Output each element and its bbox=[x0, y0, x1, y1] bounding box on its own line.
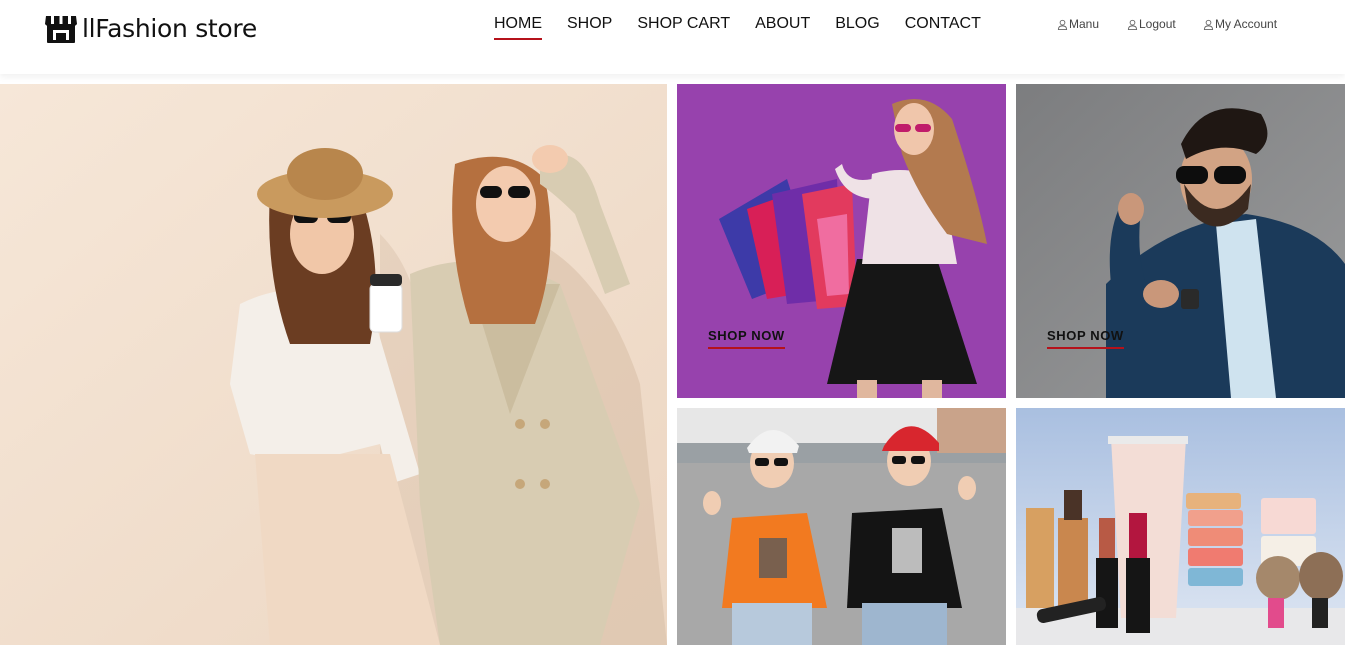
nav-shop[interactable]: SHOP bbox=[567, 15, 612, 38]
men-shop-now-link[interactable]: SHOP NOW bbox=[1047, 328, 1124, 349]
account-link-label: My Account bbox=[1215, 17, 1278, 31]
women-shopping-photo bbox=[677, 84, 1006, 398]
nav-about[interactable]: ABOUT bbox=[755, 15, 810, 38]
logout-link[interactable]: Logout bbox=[1127, 17, 1176, 31]
women-promo-tile[interactable]: SHOP NOW bbox=[677, 84, 1006, 398]
cosmetics-photo bbox=[1016, 408, 1345, 645]
my-account-link[interactable]: My Account bbox=[1203, 17, 1277, 31]
hero-banner-image[interactable] bbox=[0, 84, 667, 645]
nav-home[interactable]: HOME bbox=[494, 15, 542, 40]
kids-collection-tile[interactable] bbox=[677, 408, 1006, 645]
brand-name: llFashion store bbox=[82, 13, 257, 43]
account-link-label: Manu bbox=[1069, 17, 1100, 31]
nav-blog[interactable]: BLOG bbox=[835, 15, 879, 38]
kids-photo bbox=[677, 408, 1006, 645]
account-link-manu[interactable]: Manu bbox=[1057, 17, 1099, 31]
women-shop-now-link[interactable]: SHOP NOW bbox=[708, 328, 785, 349]
storefront-icon bbox=[45, 16, 77, 43]
hero-photo bbox=[0, 84, 667, 645]
man-in-suit-photo bbox=[1016, 84, 1345, 398]
user-icon bbox=[1057, 19, 1068, 30]
account-link-label: Logout bbox=[1139, 17, 1176, 31]
user-icon bbox=[1203, 19, 1214, 30]
user-icon bbox=[1127, 19, 1138, 30]
brand-logo[interactable]: llFashion store bbox=[44, 11, 257, 45]
nav-shop-cart[interactable]: SHOP CART bbox=[637, 15, 730, 38]
main-nav: HOME SHOP SHOP CART ABOUT BLOG CONTACT bbox=[494, 15, 1006, 40]
men-promo-tile[interactable]: SHOP NOW bbox=[1016, 84, 1345, 398]
nav-contact[interactable]: CONTACT bbox=[905, 15, 981, 38]
site-header: llFashion store HOME SHOP SHOP CART ABOU… bbox=[0, 0, 1345, 74]
cosmetics-collection-tile[interactable] bbox=[1016, 408, 1345, 645]
